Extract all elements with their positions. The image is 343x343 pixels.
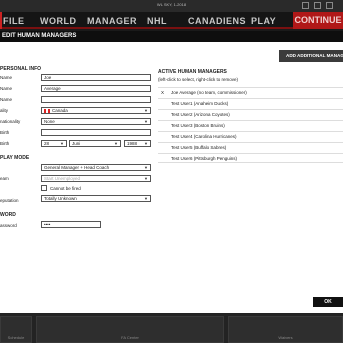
nickname-field[interactable]	[41, 96, 151, 103]
active-managers-heading: ACTIVE HUMAN MANAGERS	[158, 69, 227, 75]
game-mode-heading: PLAY MODE	[0, 155, 30, 161]
tile-label: Schedule	[7, 335, 25, 340]
password-label: assword	[0, 223, 17, 228]
manager-row[interactable]: Test User3 (Boston Bruins)	[158, 120, 343, 130]
birth-city-field[interactable]	[41, 129, 151, 136]
nav-nhl[interactable]: NHL	[147, 16, 167, 26]
logo	[0, 12, 2, 29]
tile-fa-center[interactable]: FA Center	[36, 316, 224, 343]
birth-city-label: Birth	[0, 130, 10, 135]
team-label: eam	[0, 176, 9, 181]
nav-play[interactable]: PLAY	[251, 16, 276, 26]
remove-marker: X	[161, 90, 165, 95]
password-heading: WORD	[0, 212, 16, 218]
tile-label: FA Center	[121, 335, 139, 340]
nationality-select[interactable]: Canada	[41, 107, 151, 114]
manager-row[interactable]: Test User6 (Pittsburgh Penguins)	[158, 153, 343, 163]
close-icon[interactable]	[326, 2, 333, 9]
main-nav: FILE WORLD MANAGER NHL CANADIENS PLAY CO…	[0, 12, 343, 29]
window-title: WL SKY, 1-2018	[156, 2, 187, 7]
manager-row[interactable]: Test User4 (Carolina Hurricanes)	[158, 131, 343, 141]
nav-world[interactable]: WORLD	[40, 16, 77, 26]
first-name-label: Name	[0, 75, 13, 80]
first-name-field[interactable]: Joe	[41, 74, 151, 81]
nav-file[interactable]: FILE	[3, 16, 25, 26]
dob-month-select[interactable]: Juni	[69, 140, 121, 147]
manager-row[interactable]: X Joe Average (no team, commissioner)	[158, 87, 343, 97]
nav-manager[interactable]: MANAGER	[87, 16, 137, 26]
active-managers-hint: (left-click to select, right-click to re…	[158, 77, 239, 82]
canada-flag-icon	[44, 108, 50, 113]
reputation-label: eputation	[0, 198, 19, 203]
manager-name: Test User6 (Pittsburgh Penguins)	[171, 156, 238, 161]
continue-button[interactable]: CONTINUE	[293, 12, 343, 29]
nationality-value: Canada	[52, 108, 68, 113]
tile-waivers[interactable]: Waivers	[228, 316, 343, 343]
tile-label: Waivers	[278, 335, 293, 340]
nav-canadiens[interactable]: CANADIENS	[188, 16, 246, 26]
second-nationality-select[interactable]: None	[41, 118, 151, 125]
manager-name: Test User3 (Boston Bruins)	[171, 123, 225, 128]
team-select[interactable]: Start Unemployed	[41, 175, 151, 182]
ok-button[interactable]: OK	[313, 297, 343, 307]
nationality-label: ality	[0, 108, 9, 113]
dob-year-select[interactable]: 1988	[124, 140, 151, 147]
date-of-birth-label: Birth	[0, 141, 10, 146]
cannot-be-fired-label: Cannot be fired	[50, 186, 81, 191]
dob-day-select[interactable]: 28	[41, 140, 67, 147]
bottom-bar: Schedule FA Center Waivers	[0, 313, 343, 343]
password-field[interactable]: ••••	[41, 221, 101, 228]
minimize-icon[interactable]	[302, 2, 309, 9]
dialog-title: EDIT HUMAN MANAGERS	[0, 31, 343, 42]
reputation-select[interactable]: Totally Unknown	[41, 195, 151, 202]
last-name-field[interactable]: Average	[41, 85, 151, 92]
personal-info-heading: PERSONAL INFO	[0, 66, 42, 72]
manager-name: Test User4 (Carolina Hurricanes)	[171, 134, 237, 139]
tile-schedule[interactable]: Schedule	[0, 316, 32, 343]
manager-name: Joe Average (no team, commissioner)	[171, 90, 247, 95]
game-mode-select[interactable]: General Manager + Head Coach	[41, 164, 151, 171]
second-nationality-label: nationality	[0, 119, 21, 124]
manager-name: Test User2 (Arizona Coyotes)	[171, 112, 230, 117]
title-bar: WL SKY, 1-2018	[0, 0, 343, 12]
manager-row[interactable]: Test User2 (Arizona Coyotes)	[158, 109, 343, 119]
manager-row[interactable]: Test User1 (Anaheim Ducks)	[158, 98, 343, 108]
maximize-icon[interactable]	[314, 2, 321, 9]
manager-name: Test User5 (Buffalo Sabres)	[171, 145, 227, 150]
last-name-label: Name	[0, 86, 13, 91]
manager-row[interactable]: Test User5 (Buffalo Sabres)	[158, 142, 343, 152]
nickname-label: Name	[0, 97, 13, 102]
manager-name: Test User1 (Anaheim Ducks)	[171, 101, 229, 106]
cannot-be-fired-checkbox[interactable]	[41, 185, 47, 191]
add-manager-button[interactable]: ADD ADDITIONAL MANAGER	[279, 50, 343, 62]
